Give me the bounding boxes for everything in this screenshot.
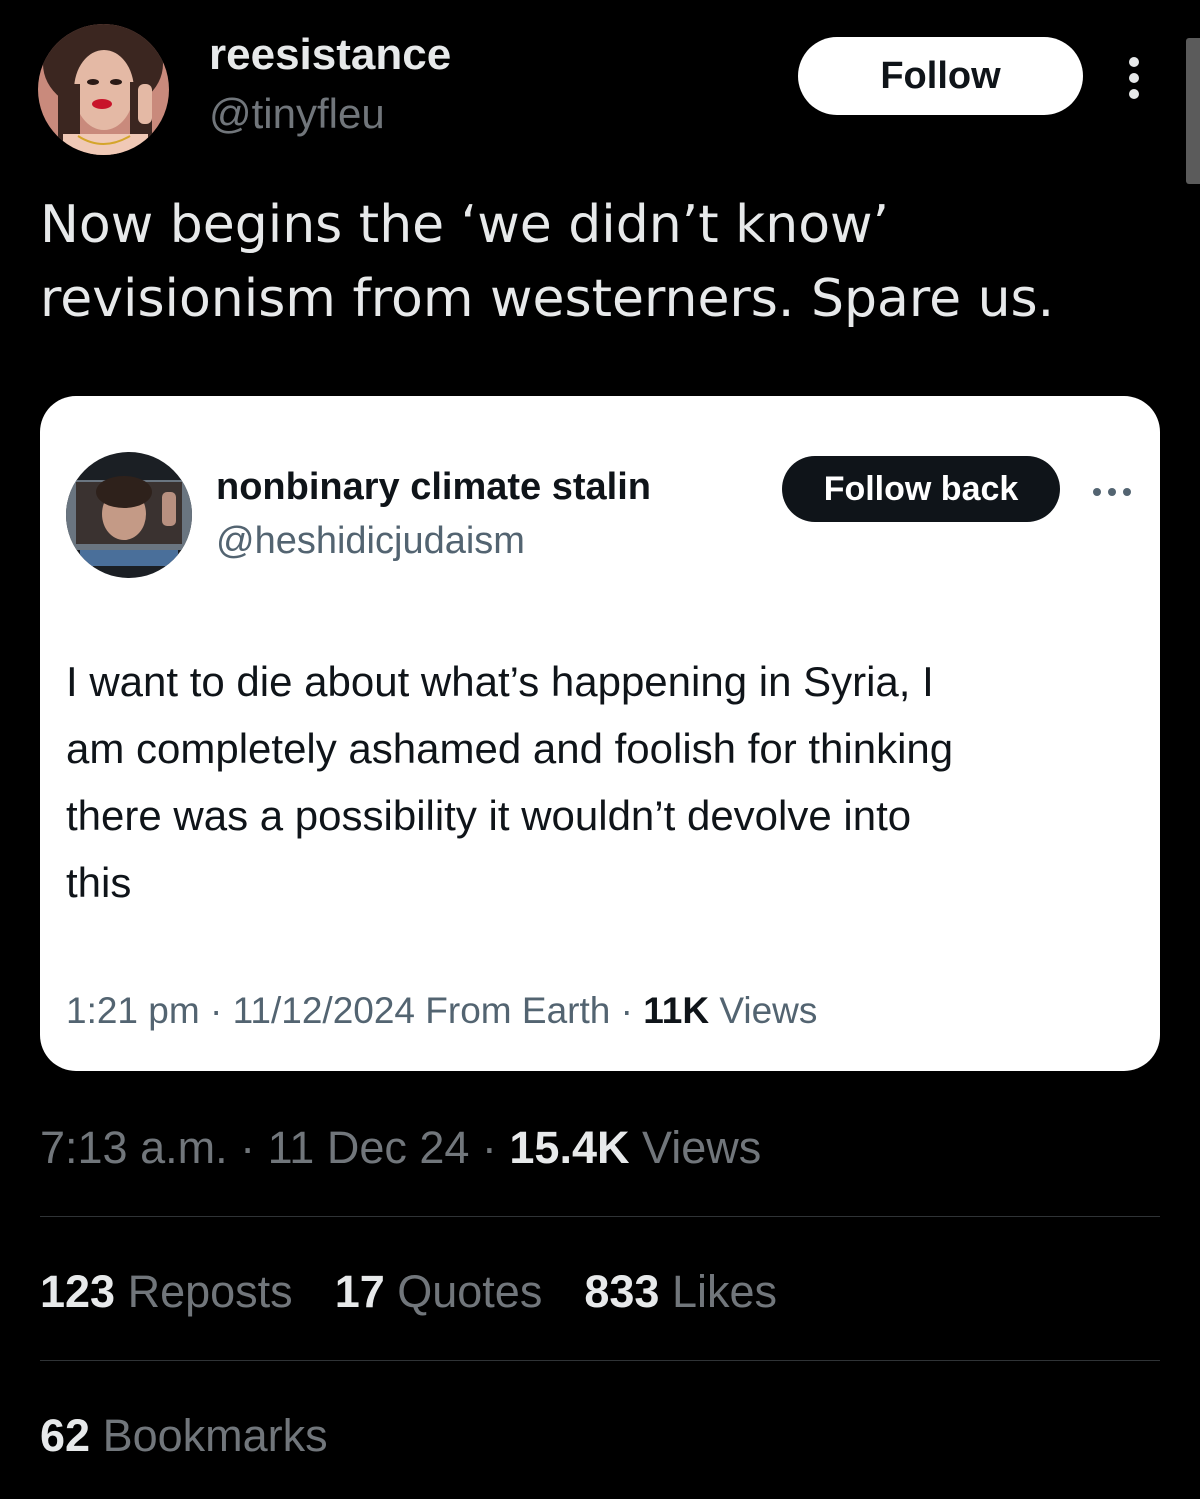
likes-stat[interactable]: 833 Likes [584, 1266, 777, 1318]
tweet-meta: 7:13 a.m. · 11 Dec 24 · 15.4K Views [40, 1122, 761, 1174]
quoted-author-avatar-image [66, 452, 192, 578]
author-display-name[interactable]: reesistance [209, 30, 451, 80]
quoted-tweet-meta-prefix: 1:21 pm · 11/12/2024 From Earth · [66, 990, 644, 1031]
quoted-author-avatar[interactable] [66, 452, 192, 578]
tweet-time[interactable]: 7:13 a.m. [40, 1122, 228, 1173]
scrollbar[interactable] [1186, 38, 1200, 184]
quoted-tweet-card[interactable]: nonbinary climate stalin @heshidicjudais… [40, 396, 1160, 1071]
meta-separator: · [227, 1122, 268, 1173]
follow-button[interactable]: Follow [798, 37, 1083, 115]
divider [40, 1216, 1160, 1217]
quotes-count: 17 [334, 1266, 385, 1317]
more-options-icon[interactable] [1122, 56, 1146, 100]
meta-separator: · [469, 1122, 510, 1173]
quoted-author-display-name[interactable]: nonbinary climate stalin [216, 466, 651, 509]
quotes-label: Quotes [384, 1266, 543, 1317]
quotes-stat[interactable]: 17 Quotes [335, 1266, 543, 1318]
author-avatar-image [38, 24, 169, 155]
quoted-author-handle[interactable]: @heshidicjudaism [216, 520, 525, 563]
reposts-label: Reposts [115, 1266, 293, 1317]
views-count: 15.4K [509, 1122, 630, 1173]
reposts-count: 123 [40, 1266, 116, 1317]
quoted-views-count: 11K [643, 990, 710, 1031]
likes-label: Likes [659, 1266, 777, 1317]
bookmarks-stat[interactable]: 62 Bookmarks [40, 1410, 328, 1462]
bookmarks-count: 62 [40, 1410, 91, 1461]
follow-back-button[interactable]: Follow back [782, 456, 1060, 522]
tweet-text: Now begins the ‘we didn’t know’ revision… [40, 195, 1055, 329]
bookmarks-label: Bookmarks [90, 1410, 328, 1461]
quoted-tweet-text: I want to die about what’s happening in … [66, 658, 954, 906]
author-handle[interactable]: @tinyfleu [209, 90, 385, 138]
author-avatar[interactable] [38, 24, 169, 155]
divider [40, 1360, 1160, 1361]
engagement-stats: 123 Reposts 17 Quotes 833 Likes [40, 1266, 777, 1318]
views-label: Views [629, 1122, 762, 1173]
quoted-views-label: Views [709, 990, 818, 1031]
quoted-tweet-meta: 1:21 pm · 11/12/2024 From Earth · 11K Vi… [66, 990, 817, 1032]
reposts-stat[interactable]: 123 Reposts [40, 1266, 293, 1318]
tweet-date[interactable]: 11 Dec 24 [268, 1122, 470, 1173]
likes-count: 833 [584, 1266, 660, 1317]
quoted-more-options-icon[interactable] [1092, 484, 1132, 496]
